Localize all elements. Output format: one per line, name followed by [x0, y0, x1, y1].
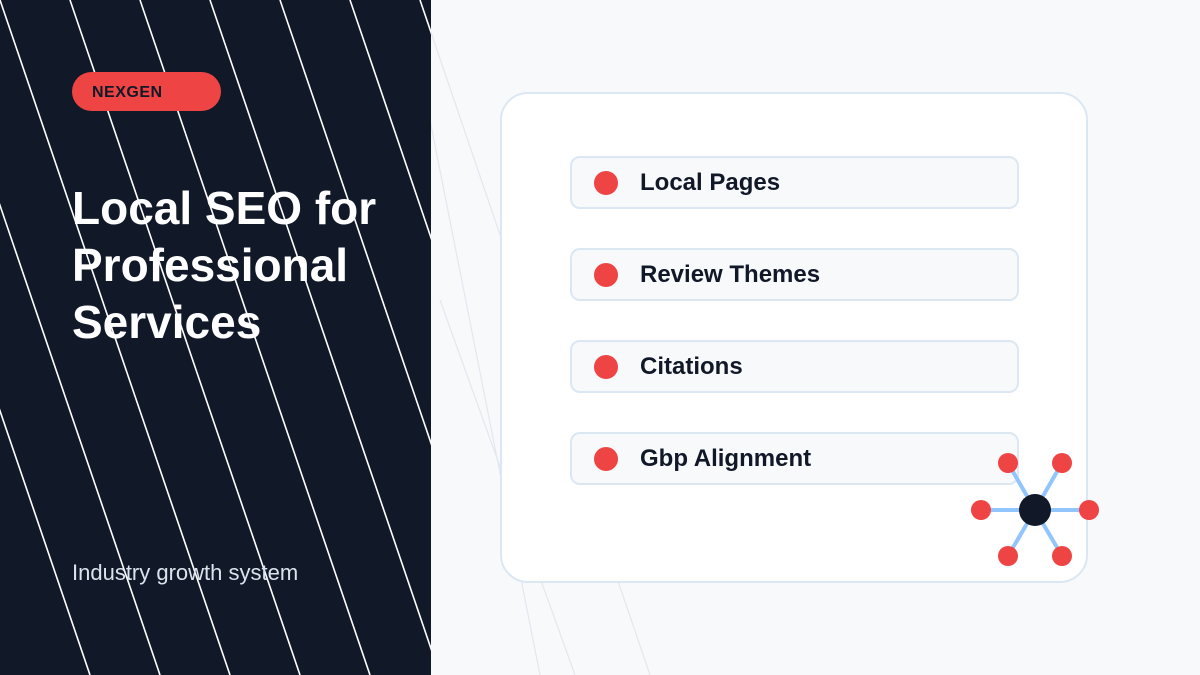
list-item: Review Themes — [570, 248, 1019, 301]
list-item-label: Citations — [640, 353, 743, 380]
brand-badge: NEXGEN — [72, 72, 221, 111]
slide: NEXGEN Local SEO for Professional Servic… — [0, 0, 1200, 675]
red-dot-icon — [594, 447, 618, 471]
hero-panel: NEXGEN Local SEO for Professional Servic… — [0, 0, 431, 675]
page-subtitle: Industry growth system — [72, 560, 299, 585]
list-item: Gbp Alignment — [570, 432, 1019, 485]
red-dot-icon — [594, 171, 618, 195]
list-item-label: Local Pages — [640, 169, 781, 196]
red-dot-icon — [594, 263, 618, 287]
list-item-label: Gbp Alignment — [640, 445, 812, 472]
list-item: Citations — [570, 340, 1019, 393]
hub-network-icon — [971, 453, 1099, 566]
list-item-label: Review Themes — [640, 261, 821, 288]
page-title: Local SEO for Professional Services — [72, 182, 377, 348]
list-item: Local Pages — [570, 156, 1019, 209]
red-dot-icon — [594, 355, 618, 379]
